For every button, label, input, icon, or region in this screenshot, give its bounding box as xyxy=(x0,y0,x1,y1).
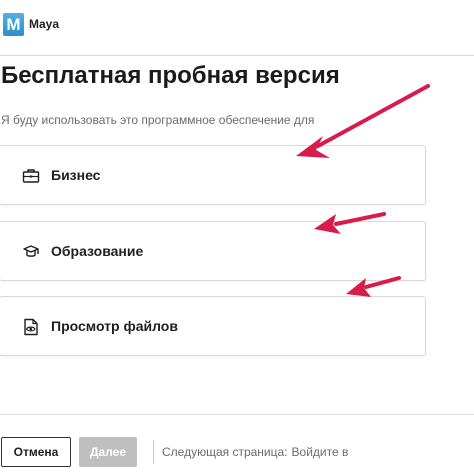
page-title: Бесплатная пробная версия xyxy=(1,62,340,89)
footer-divider xyxy=(0,414,474,415)
next-button[interactable]: Далее xyxy=(79,437,137,467)
footer-separator xyxy=(153,440,154,464)
file-view-icon xyxy=(24,318,38,336)
graduation-cap-icon xyxy=(23,245,39,257)
option-label: Просмотр файлов xyxy=(51,318,178,334)
option-education[interactable]: Образование xyxy=(0,221,426,281)
option-label: Бизнес xyxy=(51,167,101,183)
next-page-label: Следующая страница: xyxy=(162,445,288,459)
maya-logo-icon: M xyxy=(3,13,24,36)
next-page-value: Войдите в xyxy=(291,445,349,459)
header-divider xyxy=(0,55,474,56)
option-file-viewing[interactable]: Просмотр файлов xyxy=(0,296,426,356)
app-header: M Maya xyxy=(0,0,474,55)
briefcase-icon xyxy=(22,169,40,183)
cancel-button[interactable]: Отмена xyxy=(1,437,71,467)
option-business[interactable]: Бизнес xyxy=(0,145,426,205)
option-label: Образование xyxy=(51,243,144,259)
page-subtitle: Я буду использовать это программное обес… xyxy=(1,113,315,127)
app-name: Maya xyxy=(29,17,60,31)
next-page-info: Следующая страница: Войдите в xyxy=(162,445,348,459)
